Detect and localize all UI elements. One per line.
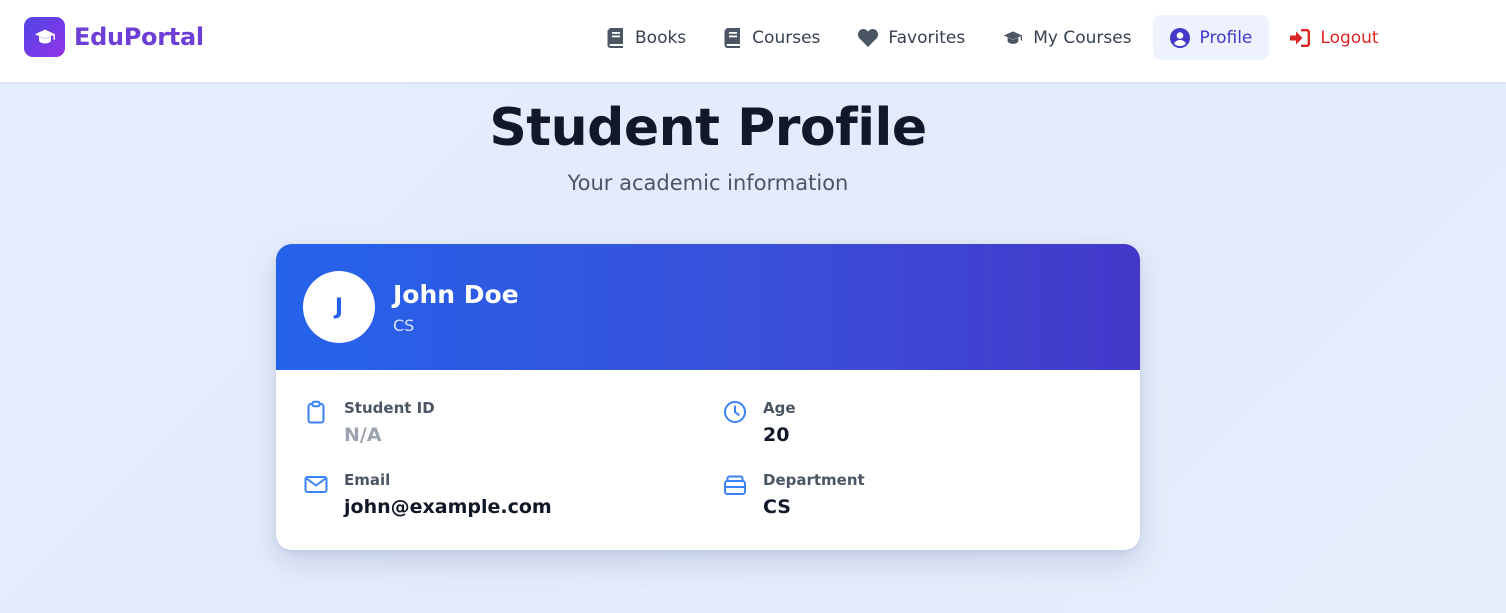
sign-out-icon xyxy=(1290,28,1311,47)
info-department: Department CS xyxy=(722,471,865,518)
info-label: Age xyxy=(763,399,796,417)
profile-name: John Doe xyxy=(393,280,519,309)
briefcase-icon xyxy=(724,475,746,495)
profile-department: CS xyxy=(393,316,415,335)
user-circle-icon xyxy=(1169,27,1190,48)
graduation-cap-icon xyxy=(24,17,65,57)
page-title: Student Profile xyxy=(489,98,927,158)
clipboard-icon xyxy=(307,400,325,424)
nav-item-label: Profile xyxy=(1199,27,1253,48)
email-value: john@example.com xyxy=(344,496,552,518)
info-email: Email john@example.com xyxy=(303,471,552,518)
nav-item-courses[interactable]: Courses xyxy=(707,15,837,60)
nav-item-label: Courses xyxy=(752,27,821,48)
book-icon xyxy=(607,27,623,48)
info-label: Email xyxy=(344,471,391,489)
navbar: EduPortal Books Courses Favorites My Cou… xyxy=(0,0,1506,82)
nav-item-books[interactable]: Books xyxy=(590,15,703,60)
heart-icon xyxy=(858,28,879,47)
info-label: Student ID xyxy=(344,399,435,417)
profile-card-header: J John Doe CS xyxy=(276,244,1140,370)
info-label: Department xyxy=(763,471,865,489)
age-value: 20 xyxy=(763,424,790,446)
nav-item-label: Logout xyxy=(1320,27,1379,48)
info-age: Age 20 xyxy=(722,399,796,446)
mail-icon xyxy=(304,476,328,493)
graduation-cap-icon xyxy=(1004,30,1023,44)
nav-item-label: Favorites xyxy=(888,27,966,48)
brand[interactable]: EduPortal xyxy=(24,17,204,57)
student-id-value: N/A xyxy=(344,424,382,446)
page-subtitle: Your academic information xyxy=(567,171,849,195)
logout-button[interactable]: Logout xyxy=(1273,15,1395,60)
brand-name: EduPortal xyxy=(74,23,204,51)
nav-item-favorites[interactable]: Favorites xyxy=(841,15,982,60)
info-student-id: Student ID N/A xyxy=(303,399,435,446)
book-icon xyxy=(724,27,741,48)
avatar: J xyxy=(303,271,375,343)
nav-item-my-courses[interactable]: My Courses xyxy=(986,15,1148,60)
profile-card: J John Doe CS Student ID N/A Age 20 Emai… xyxy=(276,244,1140,550)
department-value: CS xyxy=(763,496,791,518)
nav-item-profile[interactable]: Profile xyxy=(1152,15,1270,60)
main-nav: Books Courses Favorites My Courses Profi… xyxy=(590,15,1400,60)
nav-item-label: Books xyxy=(635,27,687,48)
nav-item-label: My Courses xyxy=(1033,27,1132,48)
clock-icon xyxy=(724,401,746,423)
